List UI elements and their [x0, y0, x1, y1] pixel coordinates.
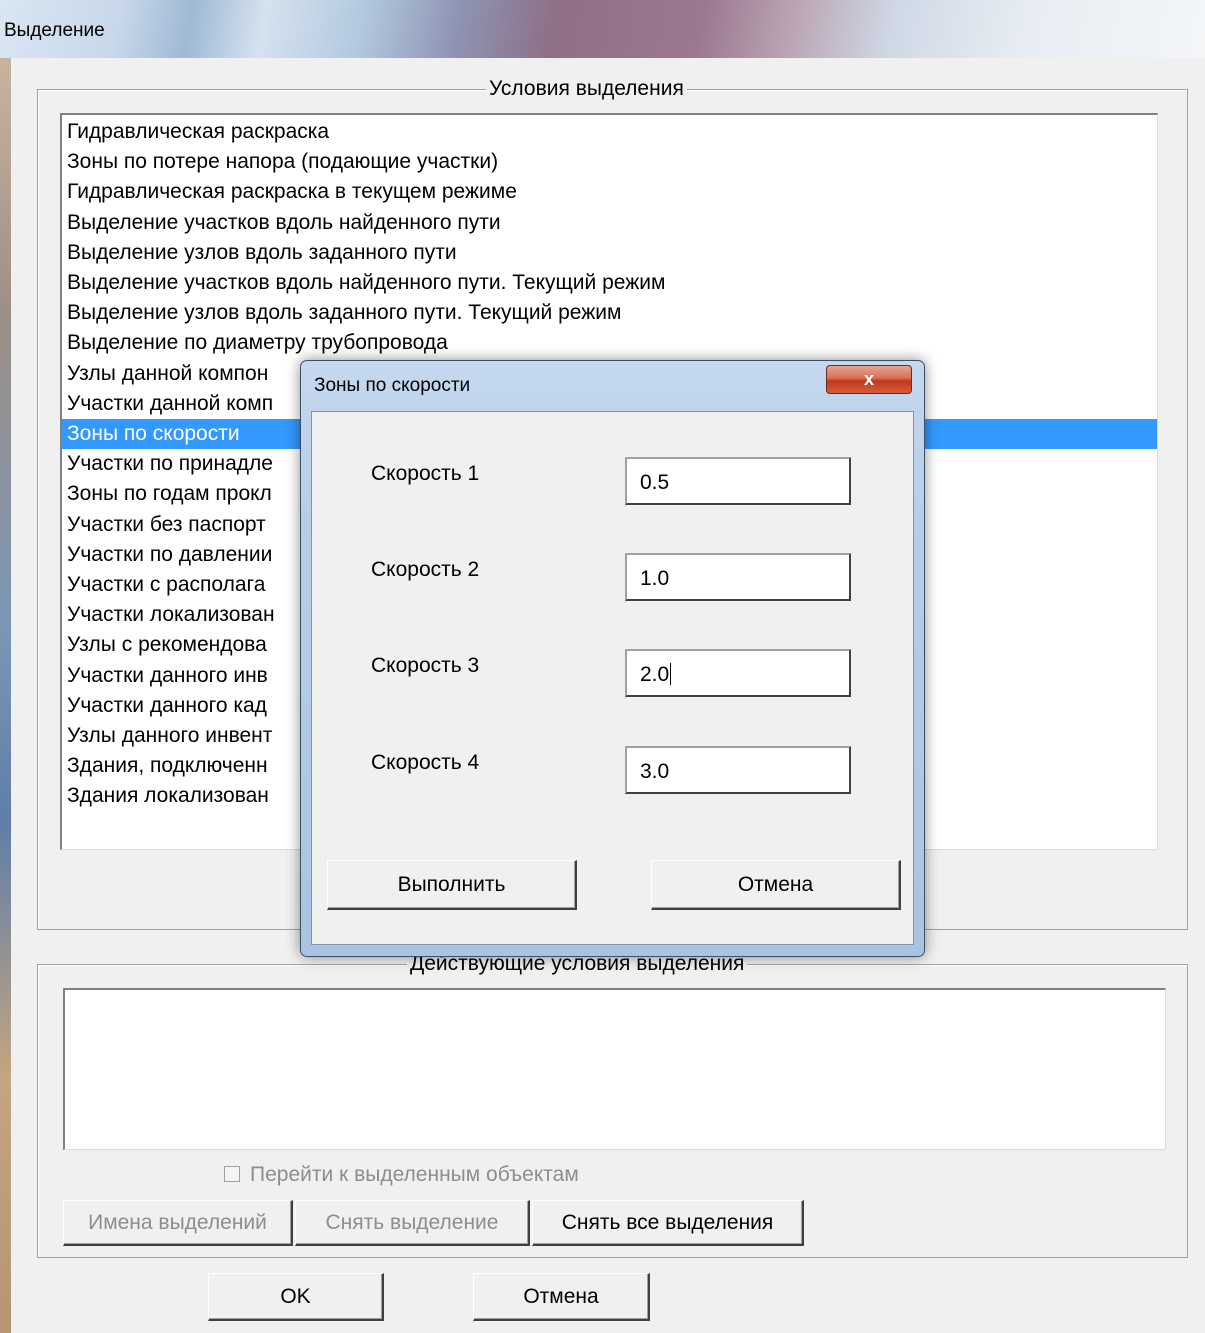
active-conditions-list[interactable] [63, 988, 1166, 1150]
condition-item[interactable]: Выделение по диаметру трубопровода [62, 328, 1157, 358]
condition-item[interactable]: Выделение участков вдоль найденного пути… [62, 268, 1157, 298]
condition-item[interactable]: Выделение участков вдоль найденного пути [62, 208, 1157, 238]
speed-2-value: 1.0 [640, 567, 670, 590]
checkbox-box[interactable] [224, 1166, 240, 1182]
clear-all-selections-label: Снять все выделения [561, 1210, 774, 1234]
condition-item[interactable]: Гидравлическая раскраска в текущем режим… [62, 177, 1157, 207]
speed-zones-dialog-title: Зоны по скорости [314, 375, 471, 396]
selection-names-button[interactable]: Имена выделений [63, 1200, 293, 1246]
clear-selection-button[interactable]: Снять выделение [295, 1200, 530, 1246]
speed-2-label: Скорость 2 [371, 558, 480, 581]
close-glyph: x [863, 369, 874, 389]
condition-item[interactable]: Выделение узлов вдоль заданного пути. Те… [62, 298, 1157, 328]
goto-selected-checkbox[interactable]: Перейти к выделенным объектам [224, 1163, 579, 1187]
speed-4-input[interactable]: 3.0 [625, 746, 851, 794]
speed-zones-dialog-body: Выполнить Отмена Скорость 1 0.5 Скорость 2… [311, 411, 914, 945]
clear-selection-label: Снять выделение [325, 1210, 499, 1234]
condition-item[interactable]: Выделение узлов вдоль заданного пути [62, 238, 1157, 268]
conditions-group-title: Условия выделения [486, 77, 687, 101]
speed-1-value: 0.5 [640, 471, 670, 494]
run-label: Выполнить [397, 872, 506, 896]
condition-item[interactable]: Гидравлическая раскраска [62, 117, 1157, 147]
clear-all-selections-button[interactable]: Снять все выделения [532, 1200, 804, 1246]
ok-label: OK [280, 1284, 311, 1308]
text-caret [670, 663, 672, 685]
speed-4-label: Скорость 4 [371, 751, 480, 774]
speed-2-input[interactable]: 1.0 [625, 553, 851, 601]
cancel-label: Отмена [523, 1284, 599, 1308]
ok-button[interactable]: OK [208, 1273, 384, 1321]
window-titlebar[interactable]: Выделение [0, 0, 1205, 58]
speed-1-input[interactable]: 0.5 [625, 457, 851, 505]
modal-cancel-label: Отмена [737, 872, 814, 896]
speed-1-label: Скорость 1 [371, 462, 480, 485]
selection-names-label: Имена выделений [88, 1210, 267, 1234]
speed-zones-dialog: Зоны по скорости x Выполнить Отмена Скор… [300, 360, 925, 957]
speed-4-value: 3.0 [640, 760, 670, 783]
speed-3-value: 2.0 [640, 663, 670, 686]
condition-item[interactable]: Зоны по потере напора (подающие участки) [62, 147, 1157, 177]
speed-3-label: Скорость 3 [371, 654, 480, 677]
window-title: Выделение [4, 20, 105, 41]
close-icon[interactable]: x [826, 365, 912, 394]
goto-selected-label: Перейти к выделенным объектам [250, 1163, 579, 1186]
speed-3-input[interactable]: 2.0 [625, 649, 851, 697]
window-left-border [0, 58, 11, 1333]
cancel-button[interactable]: Отмена [473, 1273, 650, 1321]
modal-cancel-button[interactable]: Отмена [651, 860, 901, 910]
run-button[interactable]: Выполнить [327, 860, 577, 910]
